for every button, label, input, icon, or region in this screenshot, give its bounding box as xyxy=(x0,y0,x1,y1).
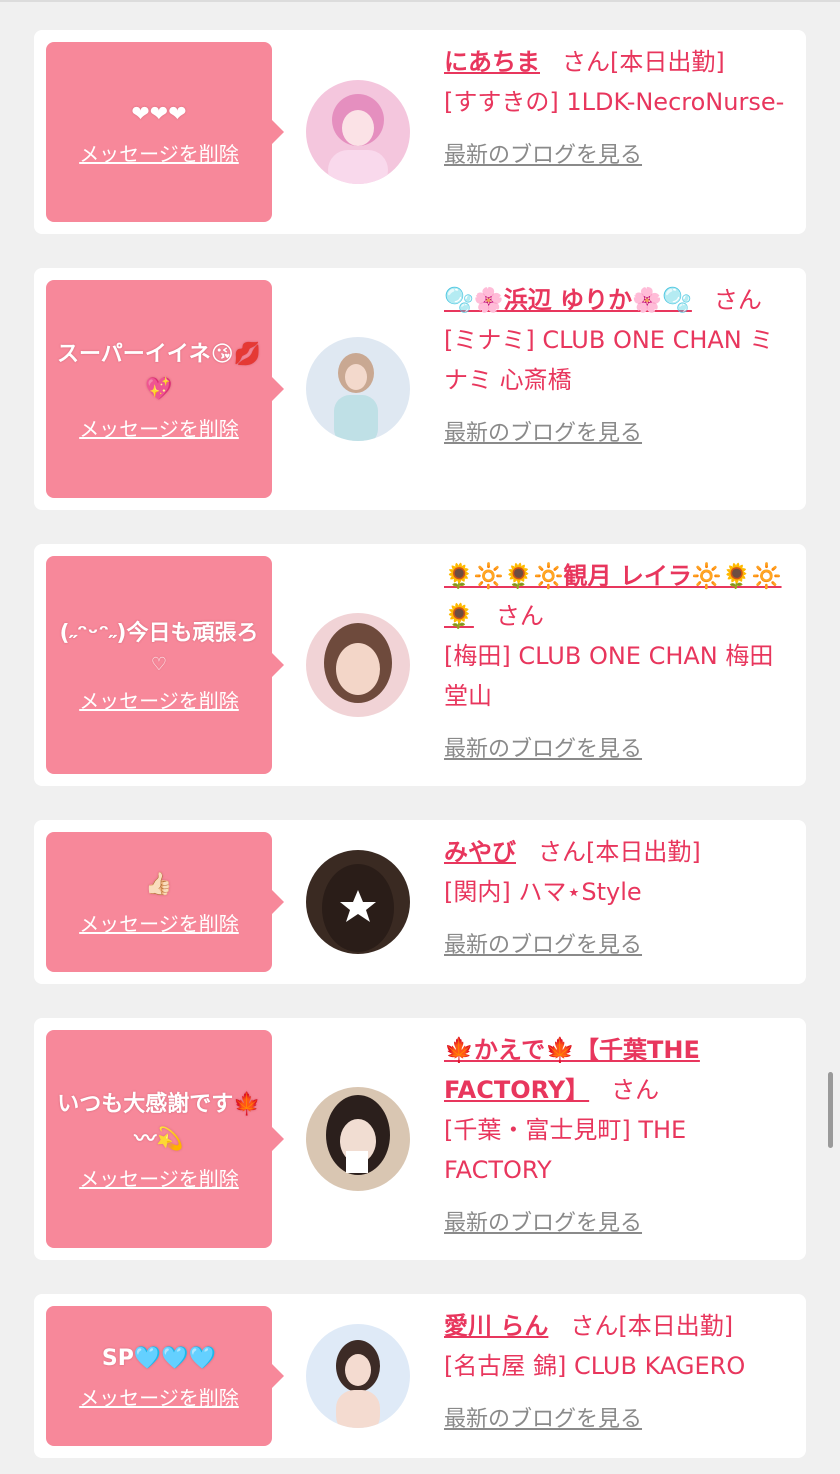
status-badge: [本日出勤] xyxy=(618,1312,734,1340)
honorific: さん xyxy=(611,1076,660,1104)
avatar-photo-icon xyxy=(306,80,410,184)
cast-name-link[interactable]: 🌻🔆🌻🔆観月 レイラ🔆🌻🔆🌻 xyxy=(444,562,782,630)
status-badge: [本日出勤] xyxy=(586,838,701,866)
delete-message-link[interactable]: メッセージを削除 xyxy=(79,908,239,937)
shop-name: [すすきの] 1LDK-NecroNurse- xyxy=(444,88,785,116)
shop-name: [千葉・富士見町] THE FACTORY xyxy=(444,1116,687,1184)
message-card: スーパーイイネ😘💋💖 メッセージを削除 🫧🌸浜辺 ゆりか🌸🫧 さん [ミナミ] C… xyxy=(34,268,806,510)
cast-info: みやび さん[本日出勤] [関内] ハマ⋆Style 最新のブログを見る xyxy=(444,832,789,966)
message-text: スーパーイイネ😘💋💖 xyxy=(52,337,266,407)
cast-name-link[interactable]: 🫧🌸浜辺 ゆりか🌸🫧 xyxy=(444,286,692,314)
message-main: ❤❤❤ xyxy=(131,102,187,127)
message-bubble: 👍🏻 メッセージを削除 xyxy=(46,832,284,972)
message-main: SP🩵🩵🩵 xyxy=(101,1346,217,1371)
message-main: いつも大感謝です🍁〰💫 xyxy=(57,1091,261,1152)
latest-blog-link[interactable]: 最新のブログを見る xyxy=(444,1204,789,1244)
latest-blog-link[interactable]: 最新のブログを見る xyxy=(444,926,789,966)
message-sub: ♡ xyxy=(150,654,168,675)
delete-message-link[interactable]: メッセージを削除 xyxy=(79,1163,239,1192)
message-main: (˶ᵔᵕᵔ˶)今日も頑張ろ xyxy=(59,621,259,646)
cast-info: 🍁かえで🍁【千葉THE FACTORY】 さん [千葉・富士見町] THE FAC… xyxy=(444,1030,789,1244)
delete-message-link[interactable]: メッセージを削除 xyxy=(79,138,239,167)
message-card: SP🩵🩵🩵 メッセージを削除 愛川 らん さん[本日出勤] [名古屋 錦] CLU… xyxy=(34,1294,806,1458)
avatar-photo-icon xyxy=(306,337,410,441)
message-text: (˶ᵔᵕᵔ˶)今日も頑張ろ ♡ xyxy=(60,616,259,679)
avatar[interactable] xyxy=(306,1324,410,1428)
message-card: ❤❤❤ メッセージを削除 にあちま さん[本日出勤] [すすきの] 1LDK-Ne… xyxy=(34,30,806,234)
delete-message-link[interactable]: メッセージを削除 xyxy=(79,413,239,442)
cast-info: にあちま さん[本日出勤] [すすきの] 1LDK-NecroNurse- 最新の… xyxy=(444,42,789,176)
message-main: 👍🏻 xyxy=(145,872,173,897)
shop-name: [梅田] CLUB ONE CHAN 梅田堂山 xyxy=(444,642,774,710)
avatar[interactable] xyxy=(306,850,410,954)
latest-blog-link[interactable]: 最新のブログを見る xyxy=(444,136,789,176)
message-text: 👍🏻 xyxy=(145,867,172,902)
cast-name-link[interactable]: にあちま xyxy=(444,48,540,76)
delete-message-link[interactable]: メッセージを削除 xyxy=(79,685,239,714)
cast-name-link[interactable]: 愛川 らん xyxy=(444,1312,548,1340)
message-bubble: ❤❤❤ メッセージを削除 xyxy=(46,42,284,222)
cast-info: 🌻🔆🌻🔆観月 レイラ🔆🌻🔆🌻 さん [梅田] CLUB ONE CHAN 梅田堂山… xyxy=(444,556,789,770)
message-bubble: いつも大感謝です🍁〰💫 メッセージを削除 xyxy=(46,1030,284,1248)
message-text: いつも大感謝です🍁〰💫 xyxy=(52,1087,266,1157)
shop-name: [名古屋 錦] CLUB KAGERO xyxy=(444,1352,746,1380)
latest-blog-link[interactable]: 最新のブログを見る xyxy=(444,730,789,770)
top-divider xyxy=(0,0,840,2)
delete-message-link[interactable]: メッセージを削除 xyxy=(79,1382,239,1411)
cast-name-link[interactable]: 🍁かえで🍁【千葉THE FACTORY】 xyxy=(444,1036,700,1104)
message-bubble: SP🩵🩵🩵 メッセージを削除 xyxy=(46,1306,284,1446)
honorific: さん xyxy=(570,1312,619,1340)
honorific: さん xyxy=(538,838,586,866)
message-main: スーパーイイネ😘💋💖 xyxy=(56,341,262,402)
message-text: ❤❤❤ xyxy=(131,97,186,132)
avatar-photo-icon xyxy=(306,850,410,954)
message-text: SP🩵🩵🩵 xyxy=(102,1341,216,1376)
honorific: さん xyxy=(713,286,762,314)
latest-blog-link[interactable]: 最新のブログを見る xyxy=(444,1400,789,1440)
shop-name: [ミナミ] CLUB ONE CHAN ミナミ 心斎橋 xyxy=(444,326,774,394)
message-card: (˶ᵔᵕᵔ˶)今日も頑張ろ ♡ メッセージを削除 🌻🔆🌻🔆観月 レイラ🔆🌻🔆🌻 さん… xyxy=(34,544,806,786)
avatar[interactable] xyxy=(306,80,410,184)
avatar[interactable] xyxy=(306,613,410,717)
message-bubble: スーパーイイネ😘💋💖 メッセージを削除 xyxy=(46,280,284,498)
honorific: さん xyxy=(495,602,544,630)
cast-info: 愛川 らん さん[本日出勤] [名古屋 錦] CLUB KAGERO 最新のブログ… xyxy=(444,1306,789,1440)
honorific: さん xyxy=(562,48,610,76)
shop-name: [関内] ハマ⋆Style xyxy=(444,878,642,906)
latest-blog-link[interactable]: 最新のブログを見る xyxy=(444,414,789,454)
avatar-photo-icon xyxy=(306,613,410,717)
avatar[interactable] xyxy=(306,1087,410,1191)
status-badge: [本日出勤] xyxy=(610,48,725,76)
scrollbar[interactable] xyxy=(828,1072,833,1148)
avatar-photo-icon xyxy=(306,1324,410,1428)
message-card: いつも大感謝です🍁〰💫 メッセージを削除 🍁かえで🍁【千葉THE FACTORY… xyxy=(34,1018,806,1260)
cast-info: 🫧🌸浜辺 ゆりか🌸🫧 さん [ミナミ] CLUB ONE CHAN ミナミ 心斎橋… xyxy=(444,280,789,454)
cast-name-link[interactable]: みやび xyxy=(444,838,516,866)
avatar-photo-icon xyxy=(306,1087,410,1191)
message-bubble: (˶ᵔᵕᵔ˶)今日も頑張ろ ♡ メッセージを削除 xyxy=(46,556,284,774)
avatar[interactable] xyxy=(306,337,410,441)
message-card: 👍🏻 メッセージを削除 みやび さん[本日出勤] [関内] ハマ⋆Style 最新… xyxy=(34,820,806,984)
